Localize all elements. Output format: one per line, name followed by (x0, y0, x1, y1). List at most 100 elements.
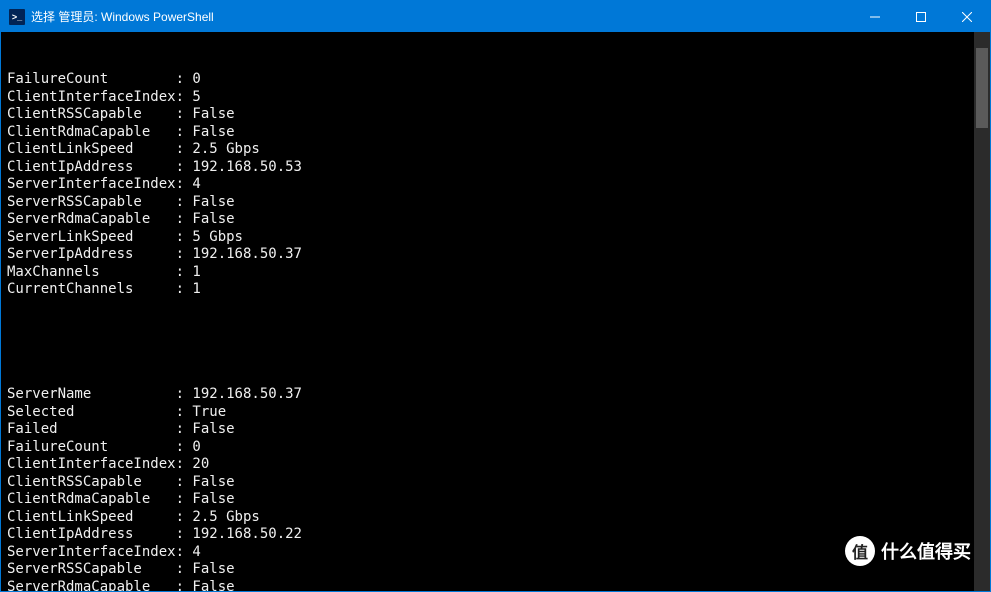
output-row: ClientLinkSpeed : 2.5 Gbps (7, 509, 984, 527)
output-row: FailureCount : 0 (7, 439, 984, 457)
output-row: ServerRdmaCapable : False (7, 579, 984, 592)
property-value: 4 (192, 176, 200, 194)
property-value: 5 (192, 89, 200, 107)
maximize-button[interactable] (898, 1, 944, 32)
separator: : (176, 124, 193, 142)
property-value: True (192, 404, 226, 422)
separator: : (176, 246, 193, 264)
output-row: ServerLinkSpeed : 5 Gbps (7, 229, 984, 247)
property-key: ServerInterfaceIndex (7, 176, 176, 194)
property-value: 2.5 Gbps (192, 141, 259, 159)
output-row: ClientIpAddress : 192.168.50.22 (7, 526, 984, 544)
property-key: ClientLinkSpeed (7, 509, 176, 527)
property-key: ServerRSSCapable (7, 194, 176, 212)
separator: : (176, 159, 193, 177)
terminal-output[interactable]: FailureCount : 0ClientInterfaceIndex: 5C… (1, 32, 990, 591)
property-value: False (192, 124, 234, 142)
property-key: MaxChannels (7, 264, 176, 282)
property-key: ClientLinkSpeed (7, 141, 176, 159)
separator: : (176, 89, 193, 107)
output-row: ClientIpAddress : 192.168.50.53 (7, 159, 984, 177)
output-row: ServerRSSCapable : False (7, 194, 984, 212)
property-value: 2.5 Gbps (192, 509, 259, 527)
separator: : (176, 561, 193, 579)
property-value: 192.168.50.22 (192, 526, 302, 544)
property-value: False (192, 421, 234, 439)
separator: : (176, 579, 193, 592)
property-key: ClientRdmaCapable (7, 124, 176, 142)
property-key: ClientInterfaceIndex (7, 456, 176, 474)
property-value: False (192, 474, 234, 492)
property-value: 5 Gbps (192, 229, 243, 247)
maximize-icon (916, 12, 926, 22)
output-row: ClientRSSCapable : False (7, 474, 984, 492)
separator: : (176, 106, 193, 124)
separator: : (176, 421, 193, 439)
separator: : (176, 386, 193, 404)
separator: : (176, 281, 193, 299)
separator: : (176, 439, 193, 457)
output-row: ServerRdmaCapable : False (7, 211, 984, 229)
output-row: ClientInterfaceIndex: 20 (7, 456, 984, 474)
property-value: 0 (192, 439, 200, 457)
output-row: Failed : False (7, 421, 984, 439)
property-value: False (192, 211, 234, 229)
powershell-icon: >_ (9, 9, 25, 25)
property-key: CurrentChannels (7, 281, 176, 299)
output-row: Selected : True (7, 404, 984, 422)
separator: : (176, 456, 193, 474)
property-value: 0 (192, 71, 200, 89)
minimize-icon (870, 12, 880, 22)
output-row: ClientRdmaCapable : False (7, 124, 984, 142)
output-row: ServerName : 192.168.50.37 (7, 386, 984, 404)
window-title: 选择 管理员: Windows PowerShell (31, 8, 214, 25)
scrollbar-thumb[interactable] (976, 48, 988, 128)
separator: : (176, 71, 193, 89)
separator: : (176, 264, 193, 282)
output-row: ServerInterfaceIndex: 4 (7, 544, 984, 562)
separator: : (176, 509, 193, 527)
vertical-scrollbar[interactable] (974, 32, 990, 591)
property-key: Failed (7, 421, 176, 439)
close-icon (962, 12, 972, 22)
property-key: ClientIpAddress (7, 526, 176, 544)
separator: : (176, 176, 193, 194)
property-key: ServerLinkSpeed (7, 229, 176, 247)
titlebar[interactable]: >_ 选择 管理员: Windows PowerShell (1, 1, 990, 32)
property-key: ClientRSSCapable (7, 106, 176, 124)
separator: : (176, 474, 193, 492)
property-key: Selected (7, 404, 176, 422)
output-row: MaxChannels : 1 (7, 264, 984, 282)
property-key: ClientInterfaceIndex (7, 89, 176, 107)
property-value: False (192, 106, 234, 124)
property-value: False (192, 491, 234, 509)
property-key: FailureCount (7, 439, 176, 457)
property-key: ServerIpAddress (7, 246, 176, 264)
separator: : (176, 229, 193, 247)
property-value: 192.168.50.37 (192, 386, 302, 404)
property-value: 20 (192, 456, 209, 474)
output-row: CurrentChannels : 1 (7, 281, 984, 299)
output-row: ClientRSSCapable : False (7, 106, 984, 124)
output-row: ClientInterfaceIndex: 5 (7, 89, 984, 107)
property-value: False (192, 561, 234, 579)
property-key: FailureCount (7, 71, 176, 89)
separator: : (176, 141, 193, 159)
property-key: ServerRSSCapable (7, 561, 176, 579)
property-key: ServerRdmaCapable (7, 579, 176, 592)
property-value: 192.168.50.53 (192, 159, 302, 177)
separator: : (176, 526, 193, 544)
separator: : (176, 194, 193, 212)
separator: : (176, 491, 193, 509)
separator: : (176, 544, 193, 562)
property-value: 192.168.50.37 (192, 246, 302, 264)
property-key: ClientRSSCapable (7, 474, 176, 492)
output-row: ServerIpAddress : 192.168.50.37 (7, 246, 984, 264)
property-key: ClientRdmaCapable (7, 491, 176, 509)
minimize-button[interactable] (852, 1, 898, 32)
property-value: False (192, 194, 234, 212)
close-button[interactable] (944, 1, 990, 32)
output-row: ClientRdmaCapable : False (7, 491, 984, 509)
output-row: ServerRSSCapable : False (7, 561, 984, 579)
output-row: ClientLinkSpeed : 2.5 Gbps (7, 141, 984, 159)
